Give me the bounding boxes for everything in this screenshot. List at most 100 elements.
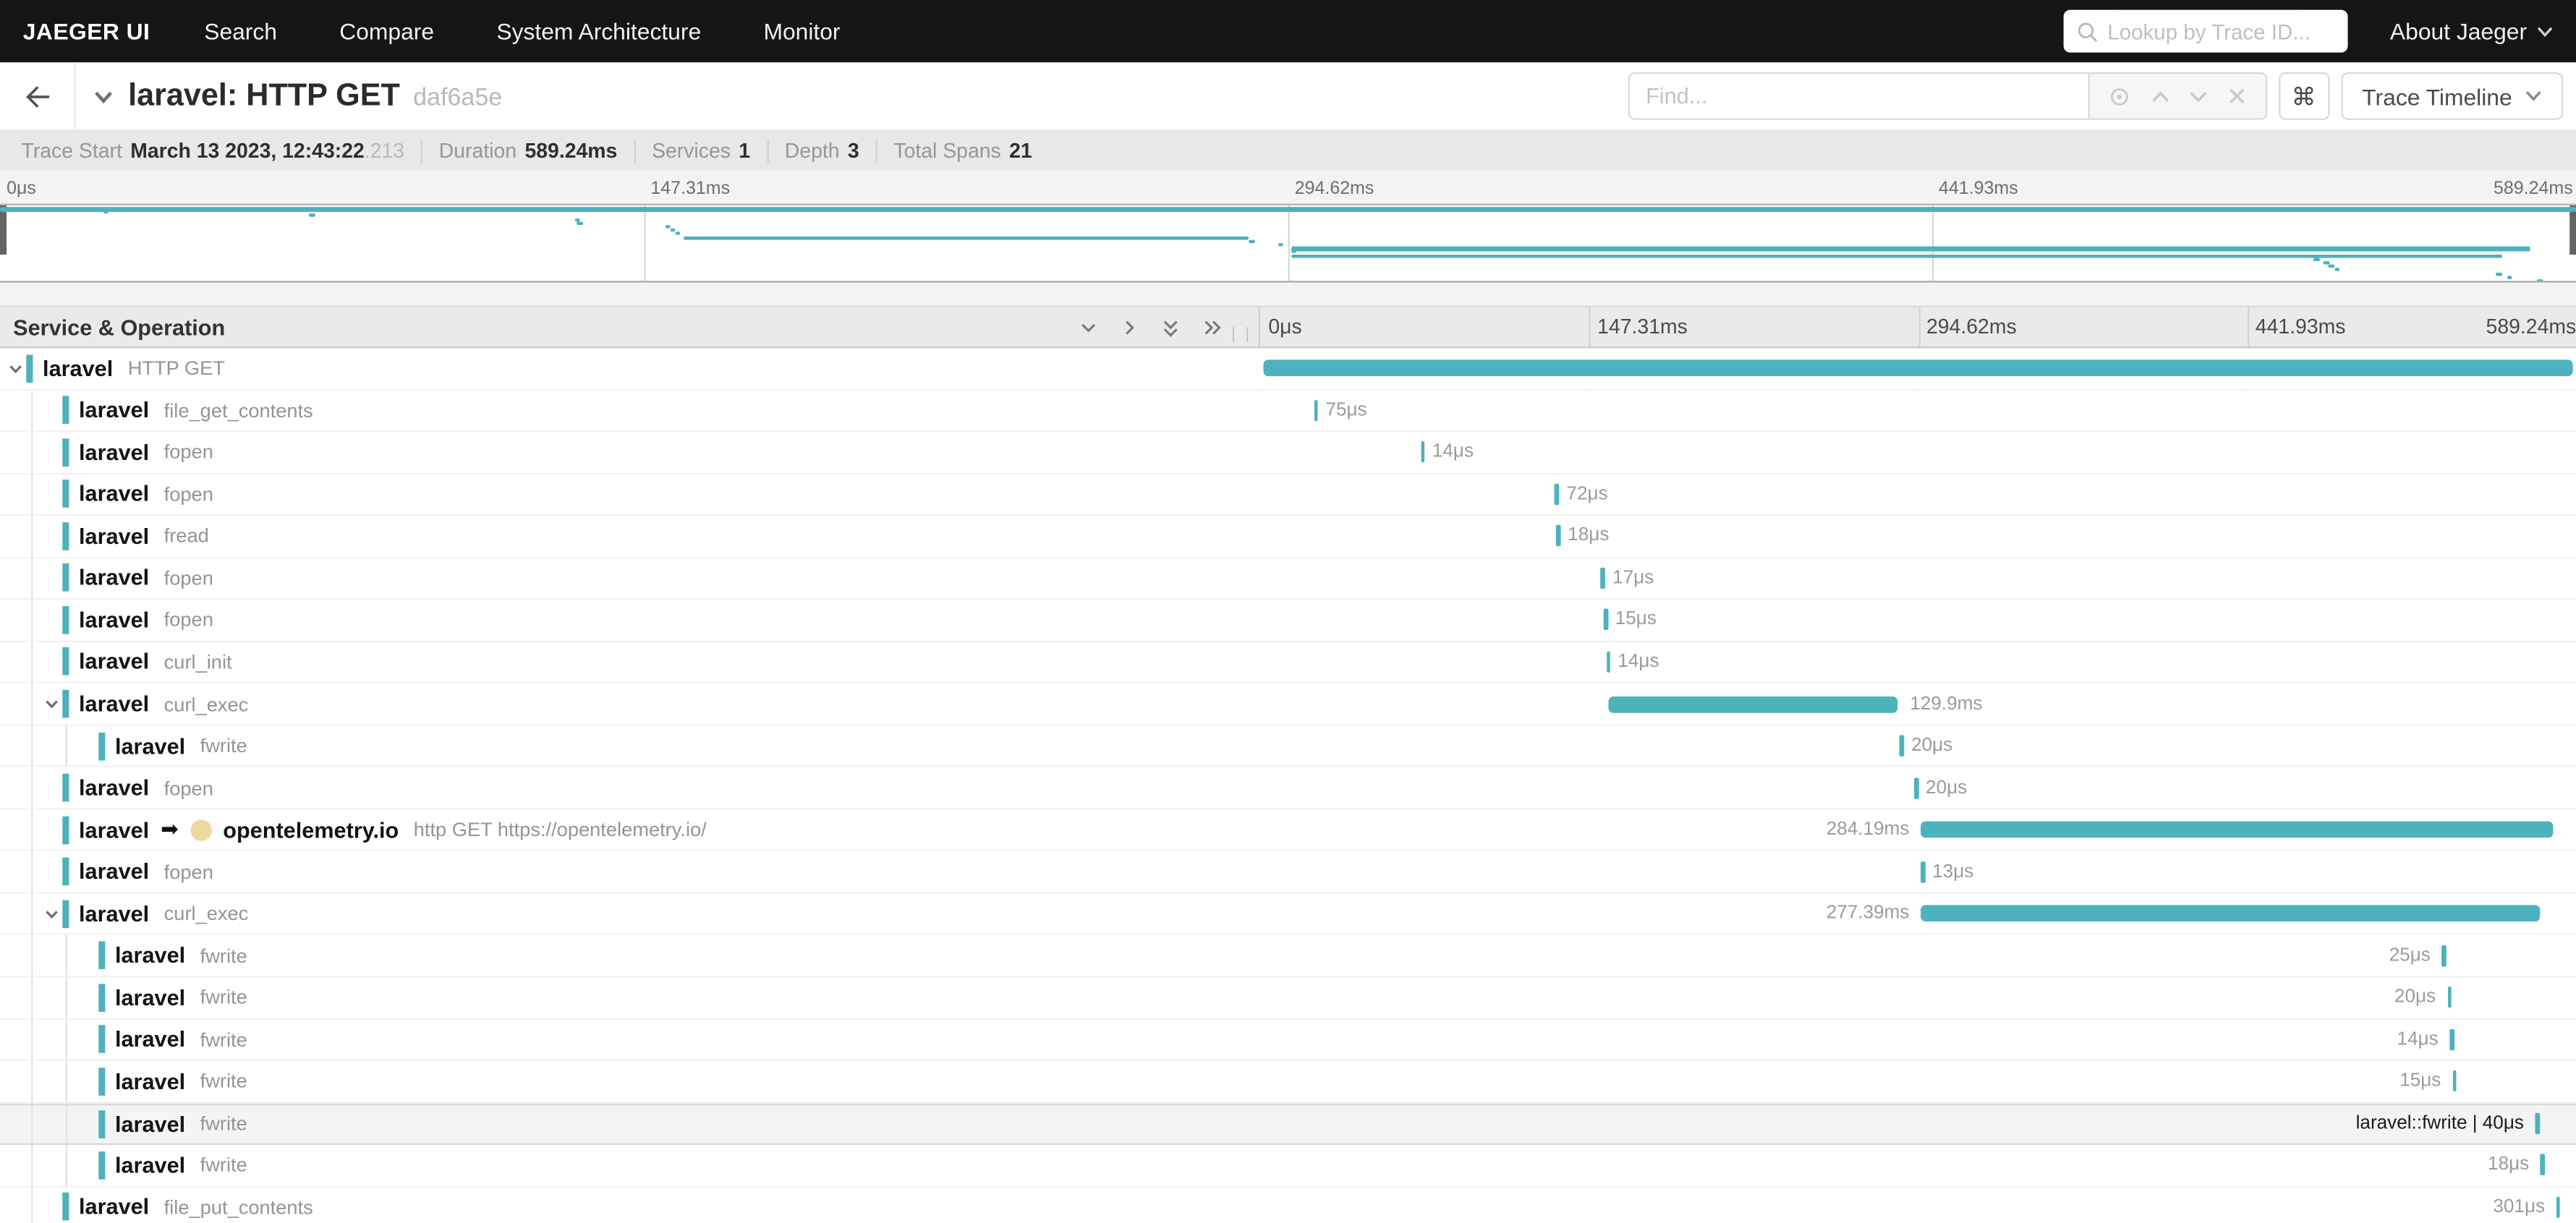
span-tick[interactable] <box>1556 525 1561 547</box>
span-tick[interactable] <box>2447 987 2452 1008</box>
table-row[interactable]: laravel fwrite 25μs <box>0 935 2576 978</box>
table-row[interactable]: laravel curl_exec 277.39ms <box>0 893 2576 936</box>
span-name-cell[interactable]: laravel fopen <box>0 432 1260 473</box>
span-name-cell[interactable]: laravel fwrite <box>0 1104 1260 1143</box>
span-tick[interactable] <box>1601 567 1605 589</box>
span-name-cell[interactable]: laravel fwrite <box>0 935 1260 976</box>
span-timeline-cell[interactable] <box>1260 348 2576 388</box>
span-tick[interactable] <box>2452 1070 2457 1092</box>
trace-view-selector[interactable]: Trace Timeline <box>2340 72 2564 120</box>
span-name-cell[interactable]: laravel curl_exec <box>0 683 1260 725</box>
span-timeline-cell[interactable]: 301μs <box>1260 1187 2576 1223</box>
span-timeline-cell[interactable]: 18μs <box>1260 516 2576 556</box>
table-row[interactable]: laravel fwrite laravel::fwrite | 40μs <box>0 1103 2576 1146</box>
span-name-cell[interactable]: laravel ➡ opentelemetry.io http GET https:/… <box>0 809 1260 851</box>
table-row[interactable]: laravel fopen 72μs <box>0 474 2576 516</box>
table-row[interactable]: laravel HTTP GET <box>0 348 2576 391</box>
span-tick[interactable] <box>2449 1028 2454 1050</box>
span-name-cell[interactable]: laravel file_put_contents <box>0 1187 1260 1223</box>
span-tick[interactable] <box>1900 735 1904 757</box>
span-timeline-cell[interactable]: 72μs <box>1260 474 2576 514</box>
table-row[interactable]: laravel fopen 13μs <box>0 851 2576 894</box>
span-tick[interactable] <box>1914 777 1918 798</box>
table-row[interactable]: laravel fopen 14μs <box>0 432 2576 474</box>
span-tick[interactable] <box>1606 651 1611 673</box>
table-row[interactable]: laravel ➡ opentelemetry.io http GET https:/… <box>0 809 2576 852</box>
span-tick[interactable] <box>1603 609 1608 631</box>
span-timeline-cell[interactable]: 20μs <box>1260 767 2576 808</box>
scrubber-handle-right[interactable] <box>2569 205 2576 255</box>
span-name-cell[interactable]: laravel fwrite <box>0 1061 1260 1101</box>
chevron-down-icon[interactable] <box>7 359 25 378</box>
span-bar[interactable] <box>1921 905 2540 922</box>
expand-one-icon[interactable] <box>1119 316 1141 338</box>
collapse-all-icon[interactable] <box>1160 316 1181 338</box>
table-row[interactable]: laravel fread 18μs <box>0 516 2576 558</box>
scrubber-handle-left[interactable] <box>0 205 7 255</box>
span-name-cell[interactable]: laravel HTTP GET <box>0 348 1260 388</box>
collapse-trace-header-chevron-icon[interactable] <box>92 85 115 108</box>
span-timeline-cell[interactable]: 25μs <box>1260 935 2576 976</box>
table-row[interactable]: laravel file_put_contents 301μs <box>0 1187 2576 1223</box>
span-timeline-cell[interactable]: 15μs <box>1260 1061 2576 1101</box>
span-tick[interactable] <box>1420 441 1425 464</box>
span-tick[interactable] <box>2441 945 2447 966</box>
span-name-cell[interactable]: laravel fwrite <box>0 977 1260 1018</box>
span-tick[interactable] <box>2541 1154 2545 1176</box>
app-logo[interactable]: JAEGER UI <box>0 18 173 44</box>
prev-result-icon[interactable] <box>2151 90 2170 103</box>
span-timeline-cell[interactable]: 129.9ms <box>1260 683 2576 724</box>
span-timeline-cell[interactable]: 20μs <box>1260 977 2576 1018</box>
expand-all-icon[interactable] <box>1201 316 1223 338</box>
about-jaeger-menu[interactable]: About Jaeger <box>2390 18 2554 44</box>
span-name-cell[interactable]: laravel fopen <box>0 851 1260 892</box>
trace-lookup-input[interactable] <box>2107 19 2334 44</box>
span-tick[interactable] <box>1921 861 1925 882</box>
span-timeline-cell[interactable]: laravel::fwrite | 40μs <box>1260 1105 2576 1143</box>
table-row[interactable]: laravel fwrite 20μs <box>0 725 2576 768</box>
nav-item-search[interactable]: Search <box>173 18 308 44</box>
span-tick[interactable] <box>1314 399 1319 422</box>
span-timeline-cell[interactable]: 14μs <box>1260 642 2576 682</box>
table-row[interactable]: laravel file_get_contents 75μs <box>0 390 2576 432</box>
span-bar[interactable] <box>1609 695 1899 712</box>
table-row[interactable]: laravel fwrite 20μs <box>0 977 2576 1020</box>
span-timeline-cell[interactable]: 18μs <box>1260 1145 2576 1185</box>
table-row[interactable]: laravel fwrite 14μs <box>0 1019 2576 1062</box>
span-timeline-cell[interactable]: 277.39ms <box>1260 893 2576 934</box>
table-row[interactable]: laravel fwrite 18μs <box>0 1145 2576 1188</box>
span-name-cell[interactable]: laravel fopen <box>0 767 1260 809</box>
clear-search-icon[interactable] <box>2228 87 2246 105</box>
nav-item-compare[interactable]: Compare <box>308 18 465 44</box>
span-name-cell[interactable]: laravel fopen <box>0 600 1260 641</box>
span-name-cell[interactable]: laravel fopen <box>0 474 1260 515</box>
span-name-cell[interactable]: laravel fread <box>0 516 1260 557</box>
span-name-cell[interactable]: laravel fopen <box>0 558 1260 599</box>
span-timeline-cell[interactable]: 284.19ms <box>1260 809 2576 850</box>
span-timeline-cell[interactable]: 15μs <box>1260 600 2576 640</box>
table-row[interactable]: laravel fwrite 15μs <box>0 1061 2576 1104</box>
span-name-cell[interactable]: laravel fwrite <box>0 1019 1260 1060</box>
next-result-icon[interactable] <box>2189 90 2209 103</box>
span-name-cell[interactable]: laravel curl_exec <box>0 893 1260 934</box>
chevron-down-icon[interactable] <box>43 905 61 923</box>
keyboard-shortcuts-button[interactable]: ⌘ <box>2278 72 2329 120</box>
chevron-down-icon[interactable] <box>43 695 61 713</box>
nav-item-monitor[interactable]: Monitor <box>732 18 871 44</box>
span-name-cell[interactable]: laravel file_get_contents <box>0 390 1260 431</box>
table-row[interactable]: laravel fopen 17μs <box>0 558 2576 600</box>
table-row[interactable]: laravel fopen 15μs <box>0 600 2576 642</box>
span-timeline-cell[interactable]: 14μs <box>1260 1019 2576 1060</box>
span-name-cell[interactable]: laravel fwrite <box>0 1145 1260 1185</box>
span-name-cell[interactable]: laravel curl_init <box>0 642 1260 683</box>
span-name-cell[interactable]: laravel fwrite <box>0 725 1260 767</box>
back-button[interactable] <box>0 62 76 130</box>
collapse-one-icon[interactable] <box>1078 316 1100 338</box>
span-timeline-cell[interactable]: 17μs <box>1260 558 2576 598</box>
span-timeline-cell[interactable]: 20μs <box>1260 725 2576 766</box>
table-row[interactable]: laravel curl_init 14μs <box>0 642 2576 684</box>
span-bar[interactable] <box>1262 359 2574 377</box>
focus-match-icon[interactable] <box>2109 85 2132 108</box>
span-timeline-cell[interactable]: 75μs <box>1260 390 2576 430</box>
span-timeline-cell[interactable]: 14μs <box>1260 432 2576 472</box>
